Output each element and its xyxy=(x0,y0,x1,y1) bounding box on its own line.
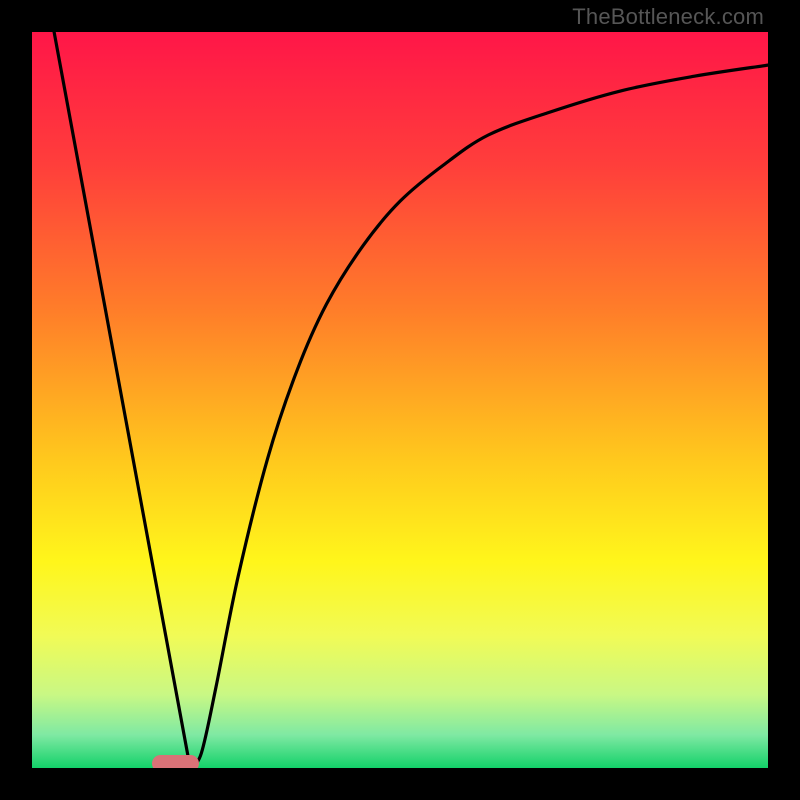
bottleneck-curve xyxy=(32,32,768,768)
min-point-marker xyxy=(152,755,200,768)
plot-area xyxy=(32,32,768,768)
watermark-text: TheBottleneck.com xyxy=(572,4,764,30)
chart-frame: TheBottleneck.com xyxy=(0,0,800,800)
